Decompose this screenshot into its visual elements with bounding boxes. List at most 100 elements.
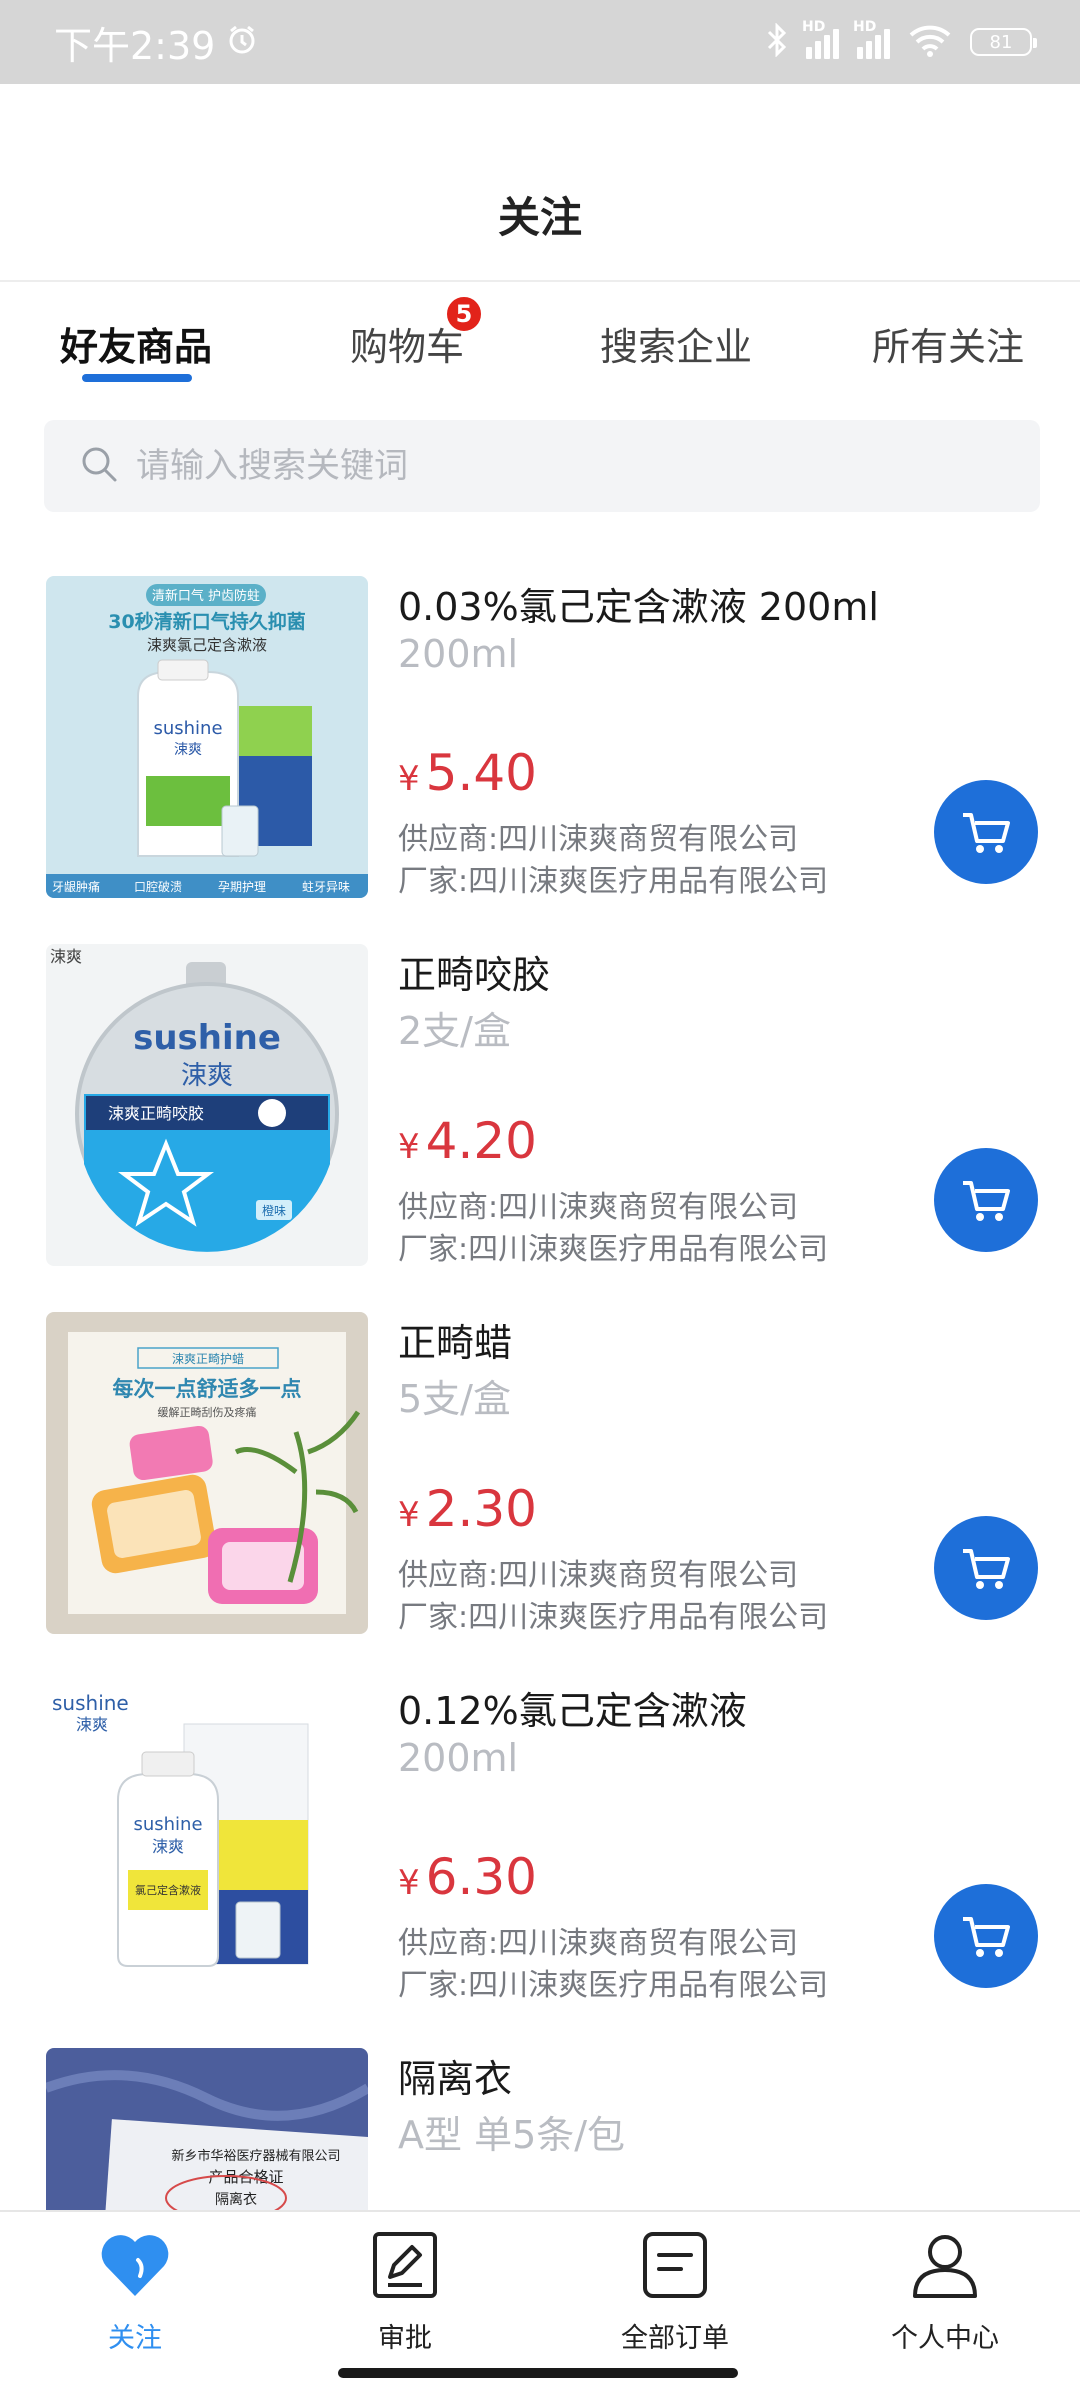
nav-label: 关注: [108, 2323, 162, 2354]
wifi-icon: [908, 23, 952, 61]
product-spec: 5支/盒: [398, 1377, 511, 1421]
product-price: ¥4.20: [398, 1112, 537, 1170]
product-item[interactable]: 清新口气 护齿防蛀 30秒清新口气持久抑菌 涑爽氯己定含漱液 sushine 涑…: [0, 560, 1080, 928]
tab-friend-products[interactable]: 好友商品: [60, 316, 212, 371]
edit-icon: [372, 2222, 438, 2308]
home-indicator[interactable]: [338, 2368, 738, 2378]
product-maker: 厂家:四川涑爽医疗用品有限公司: [398, 1600, 829, 1635]
product-image: 新乡市华裕医疗器械有限公司 产品合格证 隔离衣: [46, 2048, 368, 2210]
image-caption: 涑爽正畸护蜡: [172, 1352, 244, 1366]
alarm-icon: [227, 20, 257, 64]
image-caption: 清新口气 护齿防蛀: [152, 588, 260, 604]
cart-icon: [963, 1549, 1010, 1589]
currency-symbol: ¥: [398, 1127, 420, 1167]
search-icon: [80, 445, 118, 487]
price-value: 6.30: [425, 1848, 537, 1906]
product-supplier: 供应商:四川涑爽商贸有限公司: [398, 1926, 799, 1961]
image-caption: 氯己定含漱液: [135, 1883, 201, 1897]
product-item[interactable]: 涑爽 sushine 涑爽 涑爽正畸咬胶 橙味 正畸咬胶 2支/盒 ¥4.20 …: [0, 928, 1080, 1296]
image-caption: 涑爽正畸咬胶: [108, 1104, 204, 1123]
image-caption: 牙龈肿痛: [52, 879, 100, 894]
search-bar[interactable]: [44, 420, 1040, 512]
tab-active-indicator: [82, 374, 192, 382]
currency-symbol: ¥: [398, 1863, 420, 1903]
product-image: 涑爽正畸护蜡 每次一点舒适多一点 缓解正畸刮伤及疼痛: [46, 1312, 368, 1634]
product-price: ¥2.30: [398, 1480, 537, 1538]
currency-symbol: ¥: [398, 759, 420, 799]
status-bar: 下午2:39 HD HD 81: [0, 0, 1080, 84]
nav-label: 全部订单: [621, 2323, 729, 2354]
product-list: 清新口气 护齿防蛀 30秒清新口气持久抑菌 涑爽氯己定含漱液 sushine 涑…: [0, 560, 1080, 2210]
product-item[interactable]: sushine 涑爽 sushine 涑爽 氯己定含漱液 0.12%氯己定含漱液…: [0, 1664, 1080, 2032]
product-image: 涑爽 sushine 涑爽 涑爽正畸咬胶 橙味: [46, 944, 368, 1266]
order-list-icon: [642, 2222, 708, 2308]
product-name: 正畸蜡: [398, 1321, 513, 1365]
product-maker: 厂家:四川涑爽医疗用品有限公司: [398, 1968, 829, 2003]
add-to-cart-button[interactable]: [934, 780, 1038, 884]
heart-icon: [100, 2222, 170, 2308]
product-name: 0.12%氯己定含漱液: [398, 1689, 747, 1733]
bluetooth-icon: [766, 22, 788, 61]
tab-all-follows[interactable]: 所有关注: [872, 316, 1024, 371]
status-time: 下午2:39: [54, 23, 216, 68]
image-caption: 每次一点舒适多一点: [113, 1377, 302, 1401]
product-item[interactable]: 新乡市华裕医疗器械有限公司 产品合格证 隔离衣 隔离衣 A型 单5条/包: [0, 2032, 1080, 2210]
cart-count-badge: 5: [444, 294, 484, 334]
price-value: 2.30: [425, 1480, 537, 1538]
user-icon: [910, 2222, 980, 2308]
nav-profile[interactable]: 个人中心: [810, 2212, 1080, 2400]
product-name: 隔离衣: [398, 2057, 513, 2101]
cart-icon: [963, 1181, 1010, 1221]
add-to-cart-button[interactable]: [934, 1884, 1038, 1988]
tab-search-company[interactable]: 搜索企业: [600, 316, 752, 371]
image-caption: sushine: [133, 1814, 202, 1835]
image-caption: sushine: [133, 1018, 281, 1058]
search-input[interactable]: [136, 446, 936, 486]
status-right: HD HD 81: [766, 19, 1037, 61]
image-caption: 孕期护理: [218, 880, 266, 894]
nav-label: 审批: [378, 2323, 432, 2354]
price-value: 5.40: [425, 744, 537, 802]
product-maker: 厂家:四川涑爽医疗用品有限公司: [398, 1232, 829, 1267]
image-caption: 涑爽: [174, 742, 202, 758]
image-caption: 涑爽氯己定含漱液: [147, 636, 267, 654]
product-supplier: 供应商:四川涑爽商贸有限公司: [398, 1190, 799, 1225]
nav-follow[interactable]: 关注: [0, 2212, 270, 2400]
product-supplier: 供应商:四川涑爽商贸有限公司: [398, 1558, 799, 1593]
product-image: sushine 涑爽 sushine 涑爽 氯己定含漱液: [46, 1680, 368, 2002]
cell-signal-2-icon: HD: [853, 19, 890, 59]
image-caption: 30秒清新口气持久抑菌: [108, 610, 305, 633]
cart-icon: [963, 813, 1010, 853]
image-caption: sushine: [52, 1691, 129, 1715]
image-caption: 口腔破溃: [134, 879, 182, 894]
page-header: 关注: [0, 84, 1080, 282]
price-value: 4.20: [425, 1112, 537, 1170]
add-to-cart-button[interactable]: [934, 1148, 1038, 1252]
product-spec: 2支/盒: [398, 1009, 511, 1053]
product-item[interactable]: 涑爽正畸护蜡 每次一点舒适多一点 缓解正畸刮伤及疼痛 正畸蜡 5支/盒 ¥2.3…: [0, 1296, 1080, 1664]
product-name: 0.03%氯己定含漱液 200ml: [398, 585, 879, 629]
add-to-cart-button[interactable]: [934, 1516, 1038, 1620]
image-caption: 橙味: [262, 1203, 286, 1218]
image-caption: 涑爽: [76, 1715, 108, 1734]
product-price: ¥6.30: [398, 1848, 537, 1906]
image-caption: 新乡市华裕医疗器械有限公司: [171, 2148, 340, 2164]
image-caption: 涑爽: [152, 1837, 184, 1856]
product-spec: 200ml: [398, 632, 519, 676]
image-caption: sushine: [153, 718, 222, 739]
battery-indicator: 81: [970, 28, 1037, 56]
product-maker: 厂家:四川涑爽医疗用品有限公司: [398, 864, 829, 899]
cart-icon: [963, 1917, 1010, 1957]
product-name: 正畸咬胶: [398, 953, 551, 997]
nav-label: 个人中心: [891, 2323, 999, 2354]
app-root: 下午2:39 HD HD 81 关注 好友商品 购物车 5 搜索企业 所有关注: [0, 0, 1080, 2400]
image-caption: 隔离衣: [215, 2191, 257, 2208]
product-image: 清新口气 护齿防蛀 30秒清新口气持久抑菌 涑爽氯己定含漱液 sushine 涑…: [46, 576, 368, 898]
currency-symbol: ¥: [398, 1495, 420, 1535]
cell-signal-1-icon: HD: [802, 19, 839, 59]
product-spec: 200ml: [398, 1736, 519, 1780]
image-caption: 涑爽: [181, 1061, 233, 1091]
page-title: 关注: [497, 193, 582, 242]
tab-bar: 好友商品 购物车 5 搜索企业 所有关注: [0, 282, 1080, 400]
product-spec: A型 单5条/包: [398, 2113, 626, 2157]
